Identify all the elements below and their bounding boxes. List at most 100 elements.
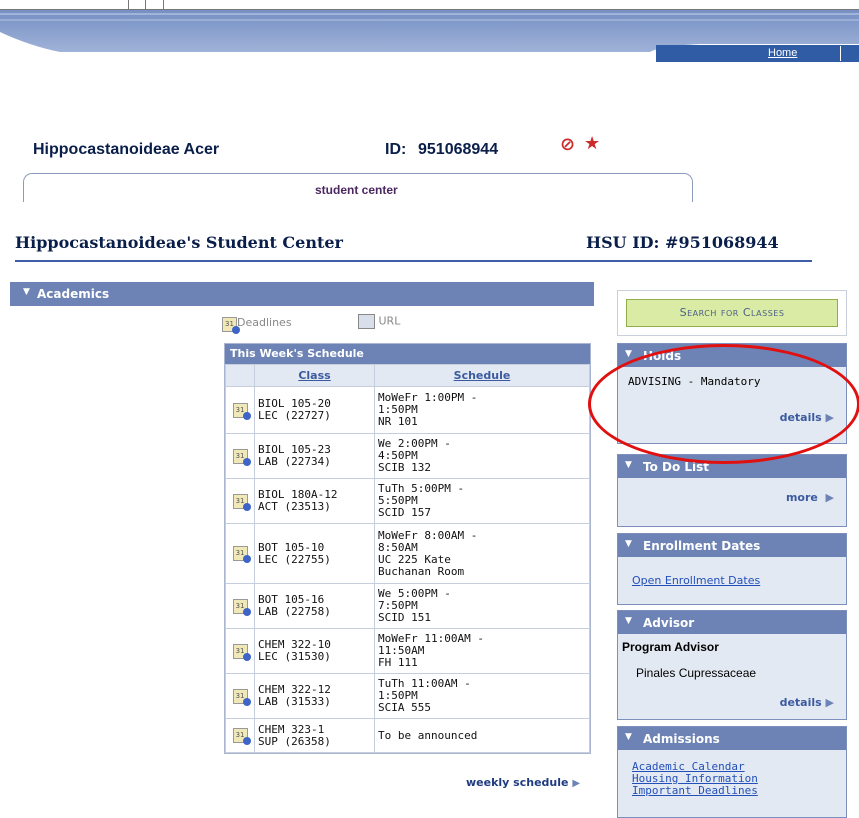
schedule-row: 31 CHEM 323-1 SUP (26358) To be announced xyxy=(225,718,590,753)
collapse-triangle-icon[interactable]: ▼ xyxy=(625,539,632,549)
calendar-info-icon[interactable]: 31 xyxy=(232,643,251,661)
class-cell: CHEM 322-12 LAB (31533) xyxy=(254,673,375,719)
frame-divider xyxy=(163,0,164,9)
class-detail-icon-cell[interactable]: 31 xyxy=(225,433,255,479)
collapse-triangle-icon[interactable]: ▼ xyxy=(625,732,632,742)
collapse-triangle-icon[interactable]: ▼ xyxy=(625,616,632,626)
class-section: SUP (26358) xyxy=(258,734,331,748)
schedule-cell: TuTh 11:00AM -1:50PM SCIA 555 xyxy=(374,673,590,719)
arrow-right-icon: ▶ xyxy=(825,491,834,504)
nav-separator xyxy=(840,46,841,61)
todo-more-label[interactable]: more xyxy=(786,491,818,504)
enrollment-dates-header[interactable]: ▼ Enrollment Dates xyxy=(618,534,846,557)
schedule-row: 31 BIOL 105-20 LEC (22727) MoWeFr 1:00PM -1… xyxy=(225,386,590,434)
academics-header-label: Academics xyxy=(37,287,110,301)
arrow-right-icon: ▶ xyxy=(825,696,834,709)
deadlines-label[interactable]: Deadlines xyxy=(237,316,292,329)
calendar-info-icon[interactable]: 31 xyxy=(232,448,251,466)
collapse-triangle-icon[interactable]: ▼ xyxy=(625,460,632,470)
schedule-line: FH 111 xyxy=(378,656,418,669)
advisor-details-link[interactable]: details ▶ xyxy=(780,696,834,709)
class-section: LEC (22755) xyxy=(258,552,331,566)
schedule-line: NR 101 xyxy=(378,415,418,428)
nav-bar xyxy=(656,45,859,62)
class-code: BOT 105-10 xyxy=(258,540,325,554)
schedule-line: MoWeFr 8:00AM - xyxy=(378,528,478,542)
calendar-info-icon[interactable]: 31 xyxy=(232,493,251,511)
academics-header[interactable]: ▼ Academics xyxy=(10,282,594,306)
todo-panel: ▼ To Do List more ▶ xyxy=(617,454,847,527)
class-detail-icon-cell[interactable]: 31 xyxy=(225,386,255,434)
class-cell: BIOL 105-23 LAB (22734) xyxy=(254,433,375,479)
url-link[interactable]: URL xyxy=(358,314,400,329)
schedule-row: 31 CHEM 322-12 LAB (31533) TuTh 11:00AM -1:… xyxy=(225,673,590,719)
class-detail-icon-cell[interactable]: 31 xyxy=(225,673,255,719)
class-section: LAB (22758) xyxy=(258,605,331,618)
advisor-header[interactable]: ▼ Advisor xyxy=(618,611,846,634)
schedule-cell: TuTh 5:00PM -5:50PM SCID 157 xyxy=(374,478,590,524)
tab-label[interactable]: student center xyxy=(315,183,398,197)
calendar-info-icon[interactable]: 31 xyxy=(232,728,251,745)
class-cell: BOT 105-16 LAB (22758) xyxy=(254,583,375,629)
advisor-header-label: Advisor xyxy=(643,616,695,630)
class-column-header[interactable]: Class xyxy=(254,364,375,387)
page-title: Hippocastanoideae's Student Center xyxy=(15,233,343,252)
admissions-header-label: Admissions xyxy=(643,732,720,746)
schedule-line: To be announced xyxy=(378,728,478,742)
class-cell: CHEM 323-1 SUP (26358) xyxy=(254,718,375,753)
prohibited-icon[interactable]: ⊘ xyxy=(560,134,575,155)
class-cell: CHEM 322-10 LEC (31530) xyxy=(254,628,375,674)
calendar-info-icon[interactable]: 31 xyxy=(232,546,251,563)
url-icon xyxy=(358,314,375,329)
advisor-role: Program Advisor xyxy=(622,640,719,654)
enrollment-dates-panel: ▼ Enrollment Dates Open Enrollment Dates xyxy=(617,533,847,605)
schedule-column-header[interactable]: Schedule xyxy=(374,364,590,387)
schedule-line: SCID 157 xyxy=(378,506,431,519)
class-detail-icon-cell[interactable]: 31 xyxy=(225,718,255,753)
collapse-triangle-icon[interactable]: ▼ xyxy=(625,349,632,359)
schedule-cell: We 2:00PM -4:50PM SCIB 132 xyxy=(374,433,590,479)
admissions-header[interactable]: ▼ Admissions xyxy=(618,727,846,750)
class-detail-icon-cell[interactable]: 31 xyxy=(225,583,255,629)
calendar-info-icon[interactable]: 31 xyxy=(232,402,251,420)
schedule-cell: MoWeFr 1:00PM -1:50PM NR 101 xyxy=(374,386,590,434)
hsu-id: HSU ID: #951068944 xyxy=(586,233,779,252)
deadlines-link[interactable]: 31 Deadlines xyxy=(222,316,292,334)
class-section: LAB (31533) xyxy=(258,695,331,708)
advisor-name: Pinales Cupressaceae xyxy=(636,666,757,680)
class-detail-icon-cell[interactable]: 31 xyxy=(225,478,255,524)
frame-divider xyxy=(128,0,129,9)
schedule-line: SCIB 132 xyxy=(378,461,431,474)
advisor-panel: ▼ Advisor Program Advisor Pinales Cupres… xyxy=(617,610,847,720)
search-classes-button[interactable]: Search for Classes xyxy=(626,299,838,327)
home-link[interactable]: Home xyxy=(768,47,797,59)
schedule-line: SCID 151 xyxy=(378,611,431,624)
weekly-schedule-label[interactable]: weekly schedule xyxy=(466,776,568,789)
schedule-row: 31 BOT 105-10 LEC (22755) MoWeFr 8:00AM -8:… xyxy=(225,523,590,584)
class-detail-icon-cell[interactable]: 31 xyxy=(225,523,255,584)
schedule-row: 31 BIOL 180A-12 ACT (23513) TuTh 5:00PM -5:… xyxy=(225,478,590,524)
url-label[interactable]: URL xyxy=(379,315,401,328)
weekly-schedule-link[interactable]: weekly schedule ▶ xyxy=(466,776,580,789)
star-icon[interactable]: ★ xyxy=(584,133,600,154)
todo-more-link[interactable]: more ▶ xyxy=(786,491,834,504)
advisor-details-label[interactable]: details xyxy=(780,696,822,709)
calendar-icon: 31 xyxy=(222,317,240,334)
schedule-cell: To be announced xyxy=(374,718,590,753)
schedule-cell: MoWeFr 8:00AM -8:50AM UC 225 Kate Buchanan… xyxy=(374,523,590,584)
class-cell: BOT 105-10 LEC (22755) xyxy=(254,523,375,584)
class-section: LAB (22734) xyxy=(258,455,331,468)
schedule-cell: We 5:00PM -7:50PM SCID 151 xyxy=(374,583,590,629)
open-enrollment-dates-link[interactable]: Open Enrollment Dates xyxy=(632,575,760,587)
schedule-line: Buchanan Room xyxy=(378,564,465,578)
important-deadlines-link[interactable]: Important Deadlines xyxy=(632,785,846,797)
frame-divider xyxy=(145,0,146,9)
search-classes-label[interactable]: Search for Classes xyxy=(680,306,785,319)
calendar-info-icon[interactable]: 31 xyxy=(232,598,251,616)
calendar-info-icon[interactable]: 31 xyxy=(232,688,251,706)
schedule-table: This Week's Schedule Class Schedule 31 BI… xyxy=(224,343,591,754)
class-detail-icon-cell[interactable]: 31 xyxy=(225,628,255,674)
collapse-triangle-icon[interactable]: ▼ xyxy=(23,287,30,297)
schedule-line: SCIA 555 xyxy=(378,701,431,714)
schedule-row: 31 CHEM 322-10 LEC (31530) MoWeFr 11:00AM -… xyxy=(225,628,590,674)
